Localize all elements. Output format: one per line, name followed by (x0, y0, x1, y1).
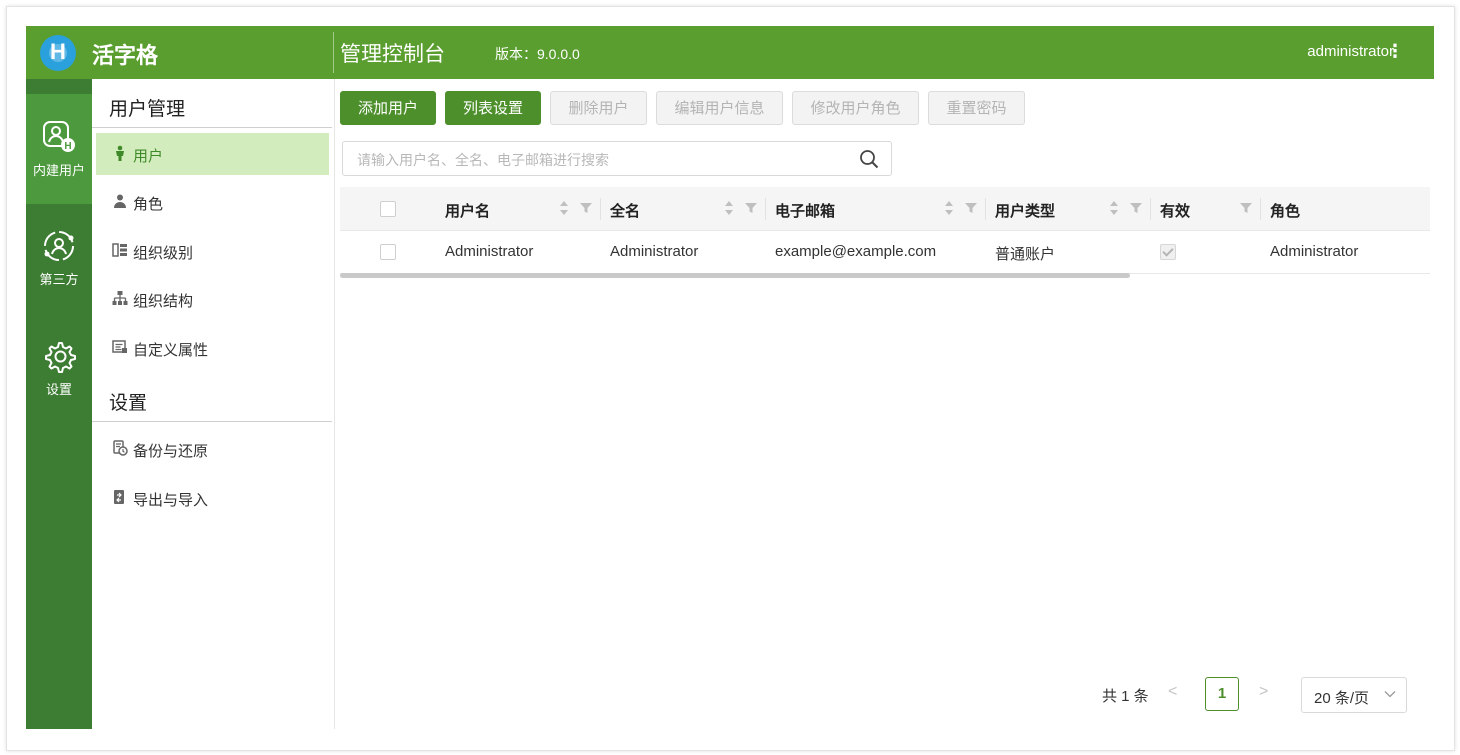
prev-page-button[interactable]: < (1168, 683, 1177, 701)
menu-section-users: 用户管理 (92, 82, 332, 128)
table-header: 用户名 全名 电子邮箱 用户类型 有效 角色 (340, 187, 1430, 231)
menu-section-title: 设置 (109, 393, 148, 414)
filter-icon[interactable] (965, 202, 977, 214)
delete-user-button[interactable]: 删除用户 (550, 91, 647, 125)
built-in-user-icon: H (43, 121, 75, 152)
menu-section-title: 用户管理 (109, 99, 186, 120)
secondary-menu: 用户管理 用户 角色 组织级别 组织结构 自定义属性 设置 备份与还原 导出与导… (92, 79, 335, 729)
menu-section-settings: 设置 (92, 376, 332, 422)
search-icon[interactable] (859, 149, 879, 169)
app-root: H 活字格 管理控制台 版本：9.0.0.0 administrator ⋮ H… (26, 26, 1434, 729)
brand-name: 活字格 (92, 43, 159, 68)
backup-restore-icon (113, 440, 128, 456)
role-icon (114, 194, 126, 208)
rail-label: 设置 (45, 382, 72, 397)
cell-role: Administrator (1270, 243, 1359, 260)
next-page-button[interactable]: > (1259, 683, 1268, 701)
top-header: H 活字格 管理控制台 版本：9.0.0.0 administrator ⋮ (26, 26, 1434, 79)
org-level-icon (112, 243, 127, 257)
sort-icon[interactable] (1108, 200, 1120, 216)
custom-attribute-icon (112, 340, 127, 353)
page-title: 管理控制台 (340, 43, 445, 66)
menu-item-org-levels[interactable]: 组织级别 (96, 230, 329, 272)
modify-user-role-button[interactable]: 修改用户角色 (792, 91, 919, 125)
menu-item-label: 组织结构 (133, 293, 194, 310)
menu-item-org-structure[interactable]: 组织结构 (96, 278, 329, 320)
cell-user-type: 普通账户 (995, 246, 1056, 263)
cell-username: Administrator (445, 243, 534, 260)
edit-user-info-button[interactable]: 编辑用户信息 (656, 91, 783, 125)
search-box (342, 141, 892, 176)
menu-item-label: 用户 (133, 148, 164, 165)
user-icon (116, 145, 124, 161)
main-content: 添加用户 列表设置 删除用户 编辑用户信息 修改用户角色 重置密码 用户名 全名 (334, 79, 1434, 729)
page-size-value: 20 条/页 (1314, 690, 1370, 707)
column-divider[interactable] (985, 198, 986, 220)
sort-icon[interactable] (723, 200, 735, 216)
org-structure-icon (112, 291, 128, 305)
logo-icon: H (40, 35, 76, 71)
menu-item-label: 备份与还原 (133, 443, 209, 460)
column-header-valid[interactable]: 有效 (1160, 200, 1190, 221)
row-checkbox[interactable] (380, 244, 396, 260)
page-size-select[interactable]: 20 条/页 (1301, 677, 1407, 713)
rail-label: 第三方 (39, 272, 79, 287)
menu-item-export-import[interactable]: 导出与导入 (96, 477, 329, 519)
table-row[interactable]: Administrator Administrator example@exam… (340, 231, 1430, 274)
column-divider[interactable] (1260, 198, 1261, 220)
select-all-checkbox[interactable] (380, 201, 396, 217)
sort-icon[interactable] (943, 200, 955, 216)
column-header-role[interactable]: 角色 (1270, 200, 1300, 221)
column-divider[interactable] (600, 198, 601, 220)
add-user-button[interactable]: 添加用户 (340, 91, 436, 125)
column-divider[interactable] (1150, 198, 1151, 220)
rail-item-third-party[interactable]: 第三方 (26, 207, 92, 317)
more-options-icon[interactable]: ⋮ (1386, 41, 1404, 62)
third-party-icon (44, 231, 74, 261)
search-input[interactable] (355, 149, 839, 171)
menu-item-roles[interactable]: 角色 (96, 181, 329, 223)
filter-icon[interactable] (1130, 202, 1142, 214)
menu-item-label: 角色 (133, 196, 164, 213)
list-settings-button[interactable]: 列表设置 (445, 91, 541, 125)
rail-item-settings[interactable]: 设置 (26, 317, 92, 427)
column-header-username[interactable]: 用户名 (445, 200, 490, 221)
filter-icon[interactable] (745, 202, 757, 214)
menu-item-users[interactable]: 用户 (96, 133, 329, 175)
left-nav-rail: H 内建用户 第三方 设置 (26, 79, 92, 729)
column-header-email[interactable]: 电子邮箱 (775, 200, 835, 221)
chevron-down-icon (1384, 691, 1396, 698)
column-header-user-type[interactable]: 用户类型 (995, 200, 1055, 221)
rail-label: 内建用户 (32, 163, 85, 178)
menu-item-label: 自定义属性 (133, 342, 209, 359)
menu-item-custom-attributes[interactable]: 自定义属性 (96, 327, 329, 369)
cell-valid-checkbox (1160, 244, 1176, 260)
menu-item-label: 导出与导入 (133, 492, 209, 509)
menu-item-label: 组织级别 (133, 245, 194, 262)
reset-password-button[interactable]: 重置密码 (928, 91, 1025, 125)
rail-item-built-in-users[interactable]: H 内建用户 (26, 94, 92, 204)
filter-icon[interactable] (1240, 202, 1252, 214)
sort-icon[interactable] (558, 200, 570, 216)
current-user-menu[interactable]: administrator (1307, 43, 1394, 60)
svg-text:H: H (64, 141, 71, 152)
column-divider[interactable] (765, 198, 766, 220)
gear-icon (45, 342, 76, 373)
horizontal-scrollbar[interactable] (340, 273, 1130, 278)
header-divider (333, 32, 334, 73)
column-header-fullname[interactable]: 全名 (610, 200, 640, 221)
cell-fullname: Administrator (610, 243, 699, 260)
cell-email: example@example.com (775, 243, 937, 260)
filter-icon[interactable] (580, 202, 592, 214)
pagination-total: 共 1 条 (1102, 688, 1149, 705)
menu-item-backup-restore[interactable]: 备份与还原 (96, 428, 329, 470)
version-label: 版本：9.0.0.0 (495, 46, 580, 62)
export-import-icon (114, 490, 124, 504)
page-number-button[interactable]: 1 (1205, 677, 1239, 711)
